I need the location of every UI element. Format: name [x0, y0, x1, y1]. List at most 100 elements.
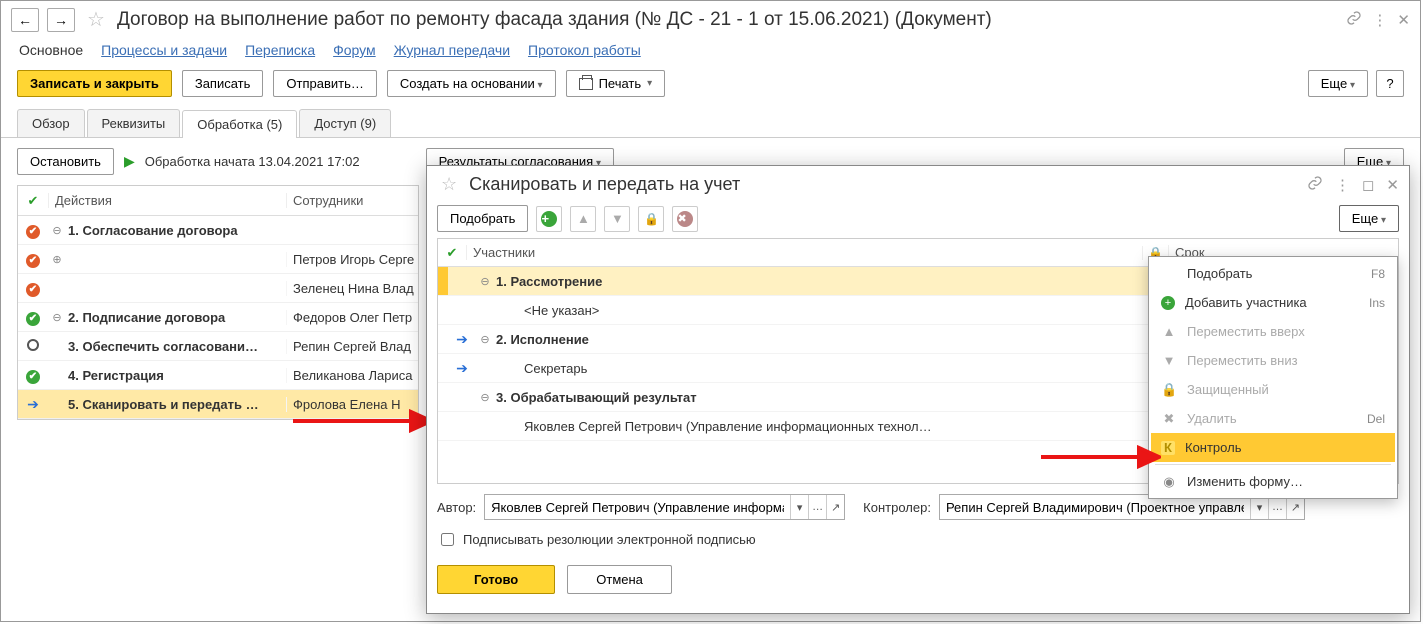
- more-context-menu: Подобрать F8 + Добавить участника Ins ▲ …: [1148, 256, 1398, 499]
- expand-icon[interactable]: ⊖: [476, 275, 494, 288]
- create-from-button[interactable]: Создать на основании: [387, 70, 556, 97]
- nav-processes[interactable]: Процессы и задачи: [101, 42, 227, 58]
- nav-work-protocol[interactable]: Протокол работы: [528, 42, 641, 58]
- print-button[interactable]: Печать: [566, 70, 666, 97]
- pick-button[interactable]: Подобрать: [437, 205, 528, 232]
- send-button[interactable]: Отправить…: [273, 70, 376, 97]
- tab-processing[interactable]: Обработка (5): [182, 110, 297, 138]
- dialog-star-icon[interactable]: ☆: [441, 174, 457, 195]
- back-button[interactable]: ←: [11, 8, 39, 32]
- favorite-star-icon[interactable]: ☆: [87, 7, 105, 32]
- col-status-icon[interactable]: ✔: [18, 193, 48, 209]
- menu-protected: 🔒 Защищенный: [1151, 375, 1395, 404]
- actions-table-header: ✔ Действия Сотрудники: [18, 186, 418, 216]
- row-action: 5. Сканировать и передать …: [66, 397, 286, 412]
- expand-icon[interactable]: ⊖: [48, 311, 66, 324]
- sign-checkbox[interactable]: [441, 533, 454, 546]
- cancel-button[interactable]: Отмена: [567, 565, 672, 594]
- row-status-icon: [18, 339, 48, 354]
- expand-icon[interactable]: ⊖: [476, 391, 494, 404]
- row-text: 1. Рассмотрение: [494, 274, 1142, 289]
- arrow-down-icon: ▼: [1161, 353, 1177, 368]
- row-text: Яковлев Сергей Петрович (Управление инфо…: [494, 419, 1142, 434]
- row-employee: Великанова Лариса: [286, 368, 418, 383]
- arrow-up-icon: ▲: [577, 211, 590, 226]
- dialog-more-button[interactable]: Еще: [1339, 205, 1399, 232]
- row-text: 2. Исполнение: [494, 332, 1142, 347]
- stop-button[interactable]: Остановить: [17, 148, 114, 175]
- settings-icon: ◉: [1161, 474, 1177, 490]
- processing-status: Обработка начата 13.04.2021 17:02: [145, 154, 360, 169]
- lock-icon: 🔒: [1161, 382, 1177, 398]
- arrow-up-icon: ▲: [1161, 324, 1177, 339]
- row-action: 2. Подписание договора: [66, 310, 286, 325]
- protected-button[interactable]: 🔒: [638, 206, 664, 232]
- author-dropdown[interactable]: ▾: [790, 495, 808, 519]
- row-employee: Зеленец Нина Влад: [286, 281, 418, 296]
- nav-forum[interactable]: Форум: [333, 42, 376, 58]
- move-down-button[interactable]: ▼: [604, 206, 630, 232]
- add-participant-icon-button[interactable]: +: [536, 206, 562, 232]
- help-button[interactable]: ?: [1376, 70, 1404, 97]
- menu-pick[interactable]: Подобрать F8: [1151, 259, 1395, 288]
- col-participants[interactable]: Участники: [466, 245, 1142, 260]
- table-row[interactable]: ✔⊖1. Согласование договора: [18, 216, 418, 245]
- author-label: Автор:: [437, 500, 476, 515]
- window-header: ← → ☆ Договор на выполнение работ по рем…: [1, 1, 1420, 36]
- forward-button[interactable]: →: [47, 8, 75, 32]
- row-status-icon: ✔: [18, 222, 48, 239]
- row-status-icon: ➔: [18, 396, 48, 413]
- menu-separator: [1155, 464, 1391, 465]
- expand-icon[interactable]: ⊖: [48, 224, 66, 237]
- tab-details[interactable]: Реквизиты: [87, 109, 181, 137]
- table-row[interactable]: ✔4. РегистрацияВеликанова Лариса: [18, 361, 418, 390]
- actions-table: ✔ Действия Сотрудники ✔⊖1. Согласование …: [17, 185, 419, 420]
- link-icon[interactable]: [1346, 10, 1362, 30]
- menu-add-participant[interactable]: + Добавить участника Ins: [1151, 288, 1395, 317]
- row-text: Секретарь: [494, 361, 1142, 376]
- dialog-header: ☆ Сканировать и передать на учет ⋮ ◻ ✕: [427, 166, 1409, 199]
- move-up-button[interactable]: ▲: [570, 206, 596, 232]
- author-input[interactable]: [485, 495, 790, 519]
- ready-button[interactable]: Готово: [437, 565, 555, 594]
- tab-access[interactable]: Доступ (9): [299, 109, 391, 137]
- kebab-menu-icon[interactable]: ⋮: [1372, 11, 1387, 29]
- plus-icon: +: [1161, 296, 1175, 310]
- nav-main[interactable]: Основное: [19, 42, 83, 58]
- page-title: Договор на выполнение работ по ремонту ф…: [117, 9, 992, 31]
- main-toolbar: Записать и закрыть Записать Отправить… С…: [1, 64, 1420, 107]
- row-status-icon: ➔: [448, 360, 476, 377]
- dialog-close-icon[interactable]: ✕: [1386, 176, 1399, 194]
- menu-control[interactable]: К Контроль: [1151, 433, 1395, 462]
- delete-participant-button[interactable]: ✖: [672, 206, 698, 232]
- sign-check-label: Подписывать резолюции электронной подпис…: [463, 532, 756, 547]
- col-employees[interactable]: Сотрудники: [286, 193, 418, 208]
- table-row[interactable]: ✔⊖2. Подписание договораФедоров Олег Пет…: [18, 303, 418, 332]
- table-row[interactable]: ✔⊕Петров Игорь Серге: [18, 245, 418, 274]
- save-close-button[interactable]: Записать и закрыть: [17, 70, 172, 97]
- more-button[interactable]: Еще: [1308, 70, 1368, 97]
- author-open[interactable]: ↗: [826, 495, 844, 519]
- save-button[interactable]: Записать: [182, 70, 264, 97]
- delete-icon: ✖: [1161, 411, 1177, 427]
- nav-correspondence[interactable]: Переписка: [245, 42, 315, 58]
- dialog-kebab-icon[interactable]: ⋮: [1335, 176, 1350, 194]
- row-status-icon: ✔: [18, 309, 48, 326]
- table-row[interactable]: ✔Зеленец Нина Влад: [18, 274, 418, 303]
- tab-overview[interactable]: Обзор: [17, 109, 85, 137]
- table-row[interactable]: 3. Обеспечить согласовани…Репин Сергей В…: [18, 332, 418, 361]
- row-selection-marker: [438, 267, 448, 295]
- dialog-link-icon[interactable]: [1307, 175, 1323, 195]
- author-ellipsis[interactable]: …: [808, 495, 826, 519]
- col-part-status[interactable]: ✔: [438, 245, 466, 261]
- dialog-maximize-icon[interactable]: ◻: [1362, 176, 1374, 194]
- nav-tabs: Основное Процессы и задачи Переписка Фор…: [1, 36, 1420, 64]
- row-employee: Петров Игорь Серге: [286, 252, 418, 267]
- expand-icon[interactable]: ⊕: [48, 253, 66, 266]
- expand-icon[interactable]: ⊖: [476, 333, 494, 346]
- menu-change-form[interactable]: ◉ Изменить форму…: [1151, 467, 1395, 496]
- close-icon[interactable]: ✕: [1397, 11, 1410, 29]
- col-actions[interactable]: Действия: [48, 193, 286, 208]
- sign-check-row: Подписывать резолюции электронной подпис…: [427, 526, 1409, 559]
- nav-transfer-log[interactable]: Журнал передачи: [394, 42, 510, 58]
